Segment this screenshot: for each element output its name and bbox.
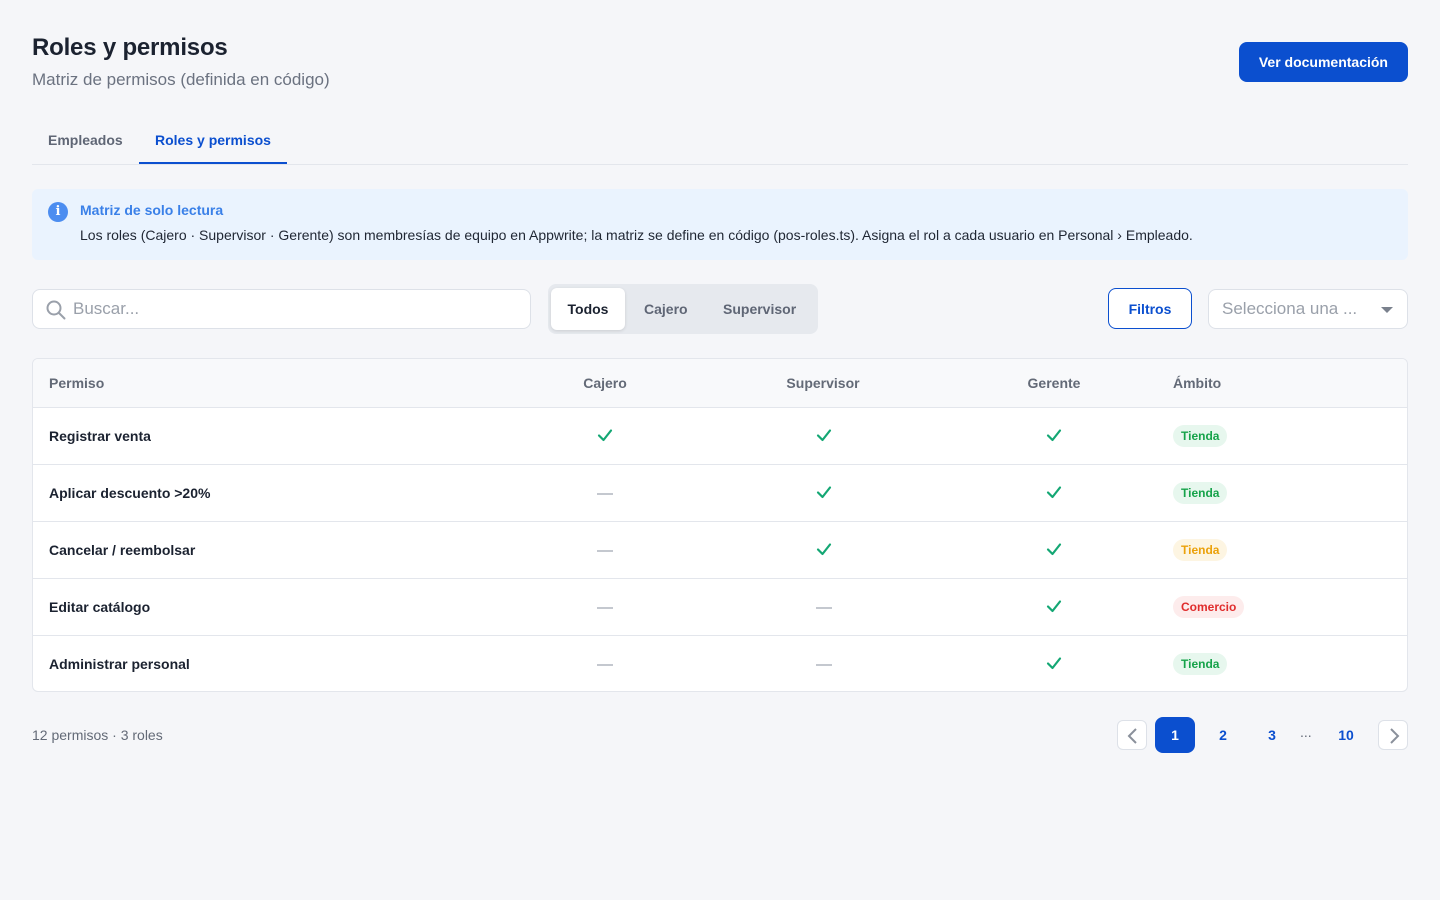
column-header-supervisor-label: Supervisor	[786, 375, 860, 391]
page-button-10[interactable]: 10	[1331, 717, 1361, 753]
scope-badge: Tienda	[1173, 653, 1228, 675]
tab-roles-y-permisos[interactable]: Roles y permisos	[139, 118, 287, 164]
dash-icon	[597, 550, 613, 552]
scope-badge: Tienda	[1173, 425, 1228, 447]
check-icon	[816, 486, 832, 499]
info-text: Los roles (Cajero · Supervisor · Gerente…	[80, 227, 1193, 243]
chevron-left-icon	[1127, 728, 1137, 744]
check-icon	[1046, 543, 1062, 556]
search-box	[32, 289, 531, 329]
check-icon	[816, 543, 832, 556]
scope-badge: Tienda	[1173, 482, 1228, 504]
tab-empleados[interactable]: Empleados	[32, 118, 139, 164]
segment-cajero[interactable]: Cajero	[628, 288, 704, 330]
page-button-1[interactable]: 1	[1155, 717, 1195, 753]
page-button-2[interactable]: 2	[1208, 717, 1238, 753]
check-icon	[1046, 657, 1062, 670]
dash-icon	[597, 493, 613, 495]
search-input[interactable]	[73, 291, 513, 327]
filters-button[interactable]: Filtros	[1108, 288, 1192, 329]
permissions-table: Permiso Cajero Supervisor Gerente Ámbito…	[32, 358, 1408, 692]
page-subtitle: Matriz de permisos (definida en código)	[32, 70, 330, 89]
info-banner: i Matriz de solo lectura Los roles (Caje…	[32, 189, 1408, 260]
check-icon	[816, 429, 832, 442]
pagination-ellipsis: ...	[1300, 724, 1312, 740]
table-header: Permiso Cajero Supervisor Gerente Ámbito	[33, 359, 1407, 408]
check-icon	[1046, 486, 1062, 499]
column-header-gerente-label: Gerente	[1027, 375, 1081, 391]
dash-icon	[597, 607, 613, 609]
table-row: Administrar personal Tienda	[33, 636, 1407, 691]
permission-name: Cancelar / reembolsar	[49, 542, 196, 558]
info-icon: i	[48, 202, 68, 222]
permission-name: Editar catálogo	[49, 599, 151, 615]
check-icon	[597, 429, 613, 442]
chevron-down-icon	[1381, 307, 1393, 313]
info-title: Matriz de solo lectura	[80, 202, 224, 218]
select-placeholder: Selecciona una ...	[1222, 299, 1358, 318]
column-header-permiso: Permiso	[49, 375, 105, 391]
permission-name: Registrar venta	[49, 428, 151, 444]
search-icon	[46, 300, 66, 320]
scope-badge: Tienda	[1173, 539, 1228, 561]
table-summary: 12 permisos · 3 roles	[32, 727, 163, 743]
select-dropdown[interactable]: Selecciona una ...	[1208, 289, 1408, 329]
page-title: Roles y permisos	[32, 34, 228, 61]
previous-page-button[interactable]	[1117, 720, 1147, 750]
role-segmented-control: Todos Cajero Supervisor	[548, 284, 818, 334]
segment-todos[interactable]: Todos	[551, 288, 625, 330]
page-header: Roles y permisos Matriz de permisos (def…	[32, 32, 1408, 92]
next-page-button[interactable]	[1378, 720, 1408, 750]
dash-icon	[816, 607, 832, 609]
table-row: Registrar venta Tienda	[33, 408, 1407, 465]
table-row: Editar catálogo Comercio	[33, 579, 1407, 636]
scope-badge: Comercio	[1173, 596, 1245, 618]
table-row: Cancelar / reembolsar Tienda	[33, 522, 1407, 579]
page-button-3[interactable]: 3	[1257, 717, 1287, 753]
page: Roles y permisos Matriz de permisos (def…	[0, 0, 1440, 900]
segment-supervisor[interactable]: Supervisor	[707, 288, 812, 330]
dash-icon	[816, 664, 832, 666]
column-header-cajero-label: Cajero	[583, 375, 627, 391]
table-row: Aplicar descuento >20% Tienda	[33, 465, 1407, 522]
column-header-ambito: Ámbito	[1173, 375, 1222, 391]
permission-name: Administrar personal	[49, 656, 190, 672]
dash-icon	[597, 664, 613, 666]
view-documentation-button[interactable]: Ver documentación	[1238, 42, 1408, 82]
chevron-right-icon	[1390, 728, 1400, 744]
tab-bar: Empleados Roles y permisos	[32, 118, 1408, 165]
check-icon	[1046, 429, 1062, 442]
check-icon	[1046, 600, 1062, 613]
permission-name: Aplicar descuento >20%	[49, 485, 211, 501]
